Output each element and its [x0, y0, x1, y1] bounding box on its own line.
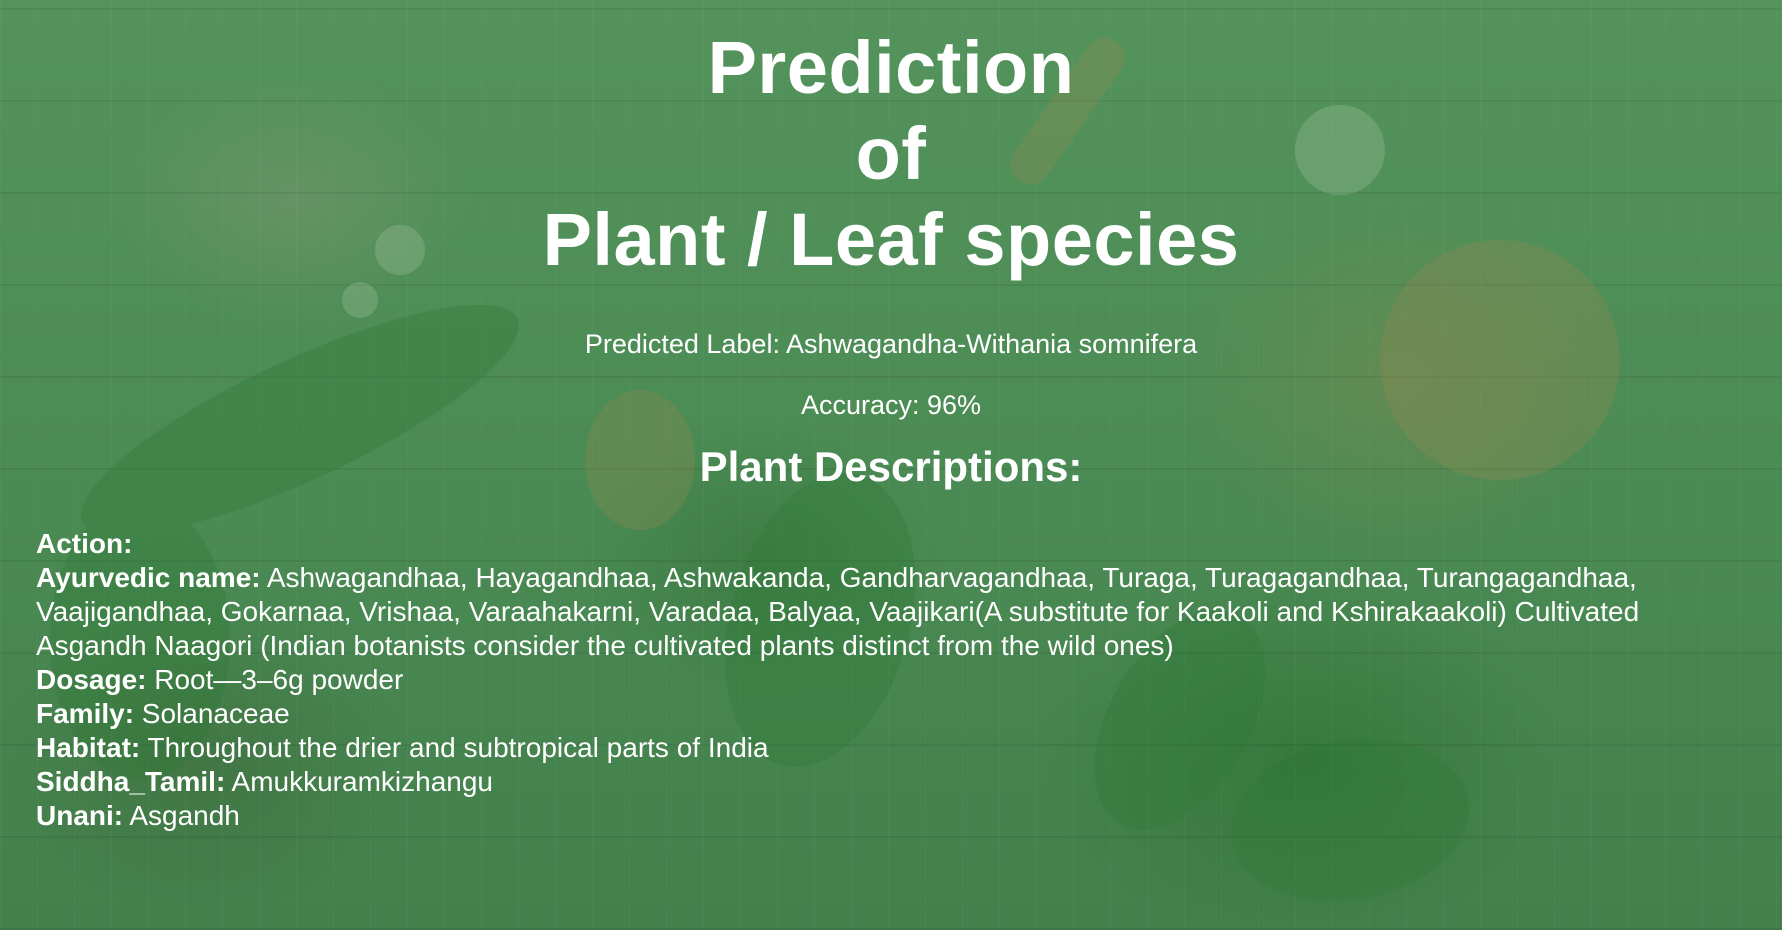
- page-title: Prediction of Plant / Leaf species: [0, 0, 1782, 283]
- detail-unani: Unani: Asgandh: [36, 799, 1736, 833]
- detail-action: Action:: [36, 527, 1736, 561]
- detail-habitat-value: Throughout the drier and subtropical par…: [140, 732, 769, 763]
- detail-siddha-tamil: Siddha_Tamil: Amukkuramkizhangu: [36, 765, 1736, 799]
- detail-family-key: Family:: [36, 698, 135, 729]
- detail-habitat-key: Habitat:: [36, 732, 141, 763]
- detail-dosage: Dosage: Root—3–6g powder: [36, 663, 1736, 697]
- detail-dosage-value: Root—3–6g powder: [146, 664, 404, 695]
- detail-habitat: Habitat: Throughout the drier and subtro…: [36, 731, 1736, 765]
- plant-details: Action: Ayurvedic name: Ashwagandhaa, Ha…: [36, 527, 1736, 833]
- prediction-page: Prediction of Plant / Leaf species Predi…: [0, 0, 1782, 930]
- page-title-line-2: of: [855, 112, 927, 195]
- detail-dosage-key: Dosage:: [36, 664, 147, 695]
- predicted-label: Predicted Label: Ashwagandha-Withania so…: [584, 329, 1198, 359]
- detail-ayurvedic-name-key: Ayurvedic name:: [36, 562, 261, 593]
- detail-unani-key: Unani:: [36, 800, 124, 831]
- page-title-line-1: Prediction: [707, 26, 1075, 109]
- accuracy-value: Accuracy: 96%: [800, 390, 982, 420]
- detail-family: Family: Solanaceae: [36, 697, 1736, 731]
- detail-action-key: Action:: [36, 528, 133, 559]
- detail-unani-value: Asgandh: [123, 800, 240, 831]
- detail-ayurvedic-name-value: Ashwagandhaa, Hayagandhaa, Ashwakanda, G…: [36, 562, 1640, 661]
- detail-siddha-tamil-key: Siddha_Tamil:: [36, 766, 226, 797]
- plant-descriptions-heading: Plant Descriptions:: [699, 443, 1083, 490]
- detail-ayurvedic-name: Ayurvedic name: Ashwagandhaa, Hayagandha…: [36, 561, 1736, 663]
- detail-family-value: Solanaceae: [134, 698, 290, 729]
- detail-siddha-tamil-value: Amukkuramkizhangu: [225, 766, 493, 797]
- page-title-line-3: Plant / Leaf species: [542, 198, 1240, 281]
